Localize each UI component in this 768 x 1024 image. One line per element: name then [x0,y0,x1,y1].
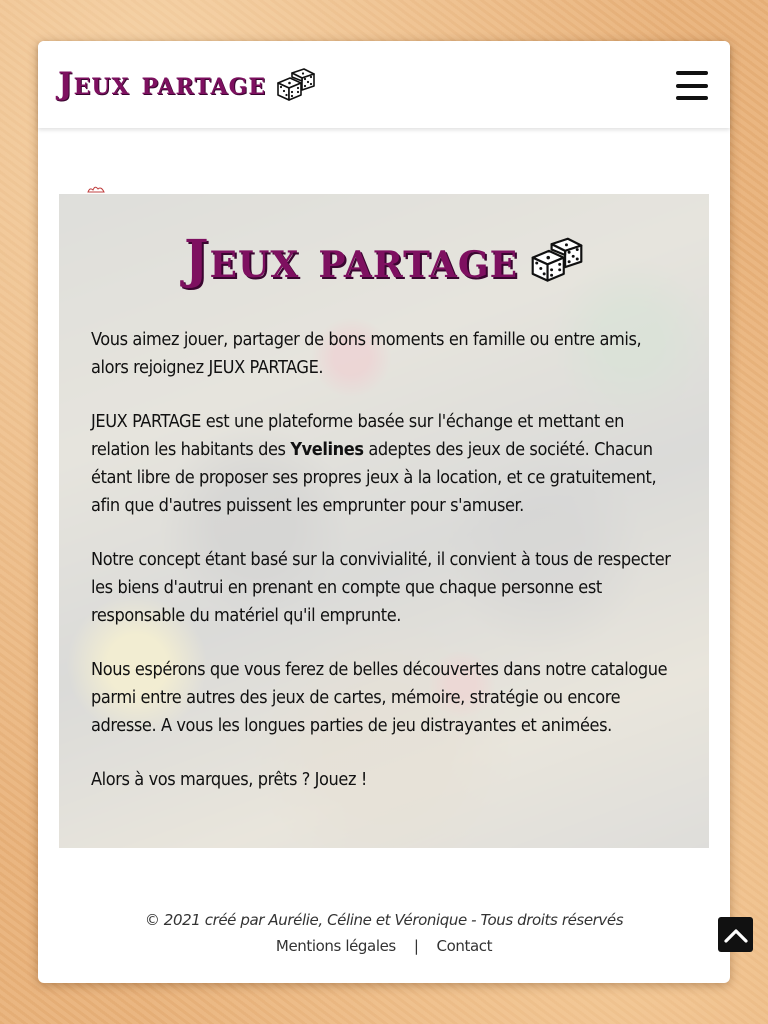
site-logo[interactable]: Jeux partage [58,61,316,107]
legal-notice-link[interactable]: Mentions légales [276,937,396,955]
intro-paragraph: Nous espérons que vous ferez de belles d… [91,659,668,736]
hamburger-menu-icon[interactable] [676,71,708,100]
region-highlight: Yvelines [290,439,364,460]
logo-text: Jeux partage [58,66,267,102]
decorative-cloud-icon [87,186,105,193]
page-card: Jeux partage Jeux partage Vous aimez jou… [38,41,730,983]
intro-paragraph: JEUX PARTAGE est une plateforme basée su… [91,408,681,520]
copyright-text: © 2021 créé par Aurélie, Céline et Véron… [144,911,624,929]
dice-icon [277,68,315,101]
hero-section: Jeux partage Vous aimez jouer, partager … [59,194,709,848]
footer-links: Mentions légales | Contact [38,937,730,955]
hero-title: Jeux partage [183,228,519,290]
scroll-to-top-button[interactable] [718,917,753,952]
intro-paragraph: Alors à vos marques, prêts ? Jouez ! [91,769,367,790]
menu-bar [676,96,708,100]
contact-link[interactable]: Contact [437,937,493,955]
footer-separator: | [413,937,419,955]
site-footer: © 2021 créé par Aurélie, Céline et Véron… [38,911,730,955]
intro-paragraph: Vous aimez jouer, partager de bons momen… [91,329,642,378]
intro-paragraph: Notre concept étant basé sur la convivia… [91,549,671,626]
site-header: Jeux partage [38,41,730,128]
intro-text: Vous aimez jouer, partager de bons momen… [91,326,681,820]
hero-title-block: Jeux partage [59,224,709,294]
dice-icon [531,237,583,282]
menu-bar [676,83,708,88]
menu-bar [676,71,708,75]
hero-content: Jeux partage Vous aimez jouer, partager … [59,194,709,848]
chevron-up-icon [723,928,748,943]
